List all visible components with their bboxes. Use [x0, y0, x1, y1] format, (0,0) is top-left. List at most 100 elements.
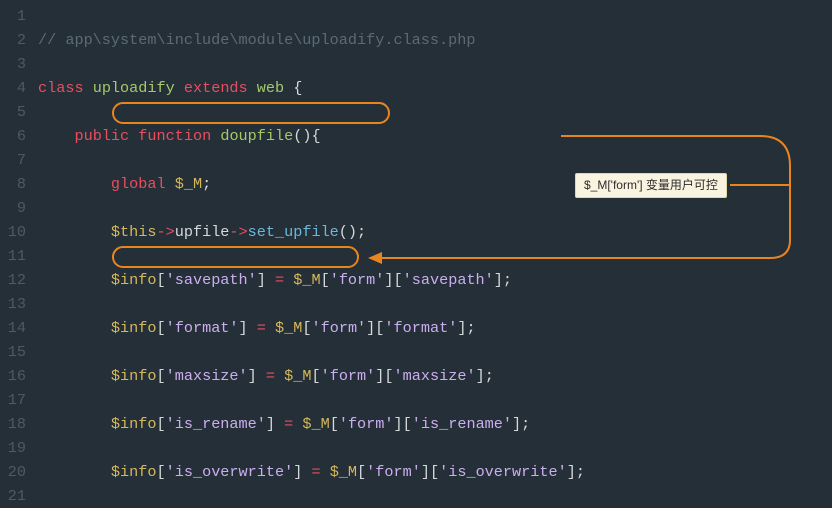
code-area: // app\system\include\module\uploadify.c…	[32, 0, 585, 508]
bracket: ]	[257, 271, 266, 289]
variable: $_M	[175, 175, 202, 193]
line-number: 4	[0, 76, 32, 100]
code-line: $this->upfile->set_upfile();	[38, 220, 585, 244]
bracket: [	[157, 319, 166, 337]
line-number: 20	[0, 460, 32, 484]
semicolon: ;	[521, 415, 530, 433]
string: 'is_rename'	[412, 415, 512, 433]
line-number: 3	[0, 52, 32, 76]
string: 'form'	[339, 415, 394, 433]
line-number: 10	[0, 220, 32, 244]
string: 'maxsize'	[166, 367, 248, 385]
arrow: ->	[229, 223, 247, 241]
keyword-global: global	[111, 175, 166, 193]
variable: $_M	[330, 463, 357, 481]
line-number: 16	[0, 364, 32, 388]
line-number: 8	[0, 172, 32, 196]
string: 'format'	[166, 319, 239, 337]
string: 'is_overwrite'	[439, 463, 567, 481]
string: 'format'	[384, 319, 457, 337]
bracket: ]	[384, 271, 393, 289]
brace: {	[293, 79, 302, 97]
bracket: ]	[248, 367, 257, 385]
code-line: $info['is_rename'] = $_M['form']['is_ren…	[38, 412, 585, 436]
variable: $info	[111, 415, 157, 433]
line-number: 5	[0, 100, 32, 124]
comment: // app\system\include\module\uploadify.c…	[38, 31, 475, 49]
code-line: $info['is_overwrite'] = $_M['form']['is_…	[38, 460, 585, 484]
line-number: 7	[0, 148, 32, 172]
code-line: $info['maxsize'] = $_M['form']['maxsize'…	[38, 364, 585, 388]
bracket: ]	[239, 319, 248, 337]
parens: ()	[339, 223, 357, 241]
bracket: ]	[512, 415, 521, 433]
line-number-gutter: 1 2 3 4 5 6 7 8 9 10 11 12 13 14 15 16 1…	[0, 0, 32, 508]
string: 'form'	[321, 367, 376, 385]
operator: =	[257, 367, 284, 385]
bracket: ]	[494, 271, 503, 289]
code-line: // app\system\include\module\uploadify.c…	[38, 28, 585, 52]
line-number: 6	[0, 124, 32, 148]
operator: =	[266, 271, 293, 289]
string: 'form'	[311, 319, 366, 337]
semicolon: ;	[576, 463, 585, 481]
semicolon: ;	[503, 271, 512, 289]
bracket: [	[311, 367, 320, 385]
semicolon: ;	[202, 175, 211, 193]
code-editor: 1 2 3 4 5 6 7 8 9 10 11 12 13 14 15 16 1…	[0, 0, 832, 508]
bracket: [	[157, 367, 166, 385]
line-number: 21	[0, 484, 32, 508]
semicolon: ;	[357, 223, 366, 241]
operator: =	[302, 463, 329, 481]
string: 'is_rename'	[166, 415, 266, 433]
variable: $info	[111, 319, 157, 337]
bracket: ]	[476, 367, 485, 385]
variable: $info	[111, 463, 157, 481]
keyword-public: public	[74, 127, 129, 145]
bracket: [	[430, 463, 439, 481]
bracket: ]	[421, 463, 430, 481]
bracket: ]	[266, 415, 275, 433]
string: 'savepath'	[403, 271, 494, 289]
code-line: $info['savepath'] = $_M['form']['savepat…	[38, 268, 585, 292]
bracket: [	[394, 271, 403, 289]
line-number: 1	[0, 4, 32, 28]
variable: $info	[111, 367, 157, 385]
line-number: 19	[0, 436, 32, 460]
bracket: [	[157, 463, 166, 481]
string: 'form'	[330, 271, 385, 289]
line-number: 17	[0, 388, 32, 412]
operator: =	[275, 415, 302, 433]
parens: ()	[293, 127, 311, 145]
function-name: doupfile	[220, 127, 293, 145]
keyword-function: function	[138, 127, 211, 145]
keyword-extends: extends	[184, 79, 248, 97]
semicolon: ;	[466, 319, 475, 337]
bracket: ]	[394, 415, 403, 433]
bracket: ]	[366, 319, 375, 337]
classname: web	[257, 79, 284, 97]
variable: $_M	[284, 367, 311, 385]
bracket: [	[330, 415, 339, 433]
line-number: 15	[0, 340, 32, 364]
line-number: 13	[0, 292, 32, 316]
string: 'maxsize'	[394, 367, 476, 385]
bracket: [	[357, 463, 366, 481]
brace: {	[311, 127, 320, 145]
operator: =	[248, 319, 275, 337]
variable-this: $this	[111, 223, 157, 241]
keyword-class: class	[38, 79, 84, 97]
semicolon: ;	[485, 367, 494, 385]
bracket: [	[157, 415, 166, 433]
classname: uploadify	[93, 79, 175, 97]
string: 'savepath'	[166, 271, 257, 289]
line-number: 12	[0, 268, 32, 292]
annotation-note: $_M['form'] 变量用户可控	[575, 173, 727, 198]
variable: $_M	[302, 415, 329, 433]
code-line: global $_M;	[38, 172, 585, 196]
bracket: [	[157, 271, 166, 289]
bracket: ]	[567, 463, 576, 481]
line-number: 14	[0, 316, 32, 340]
variable: $_M	[293, 271, 320, 289]
arrow: ->	[157, 223, 175, 241]
